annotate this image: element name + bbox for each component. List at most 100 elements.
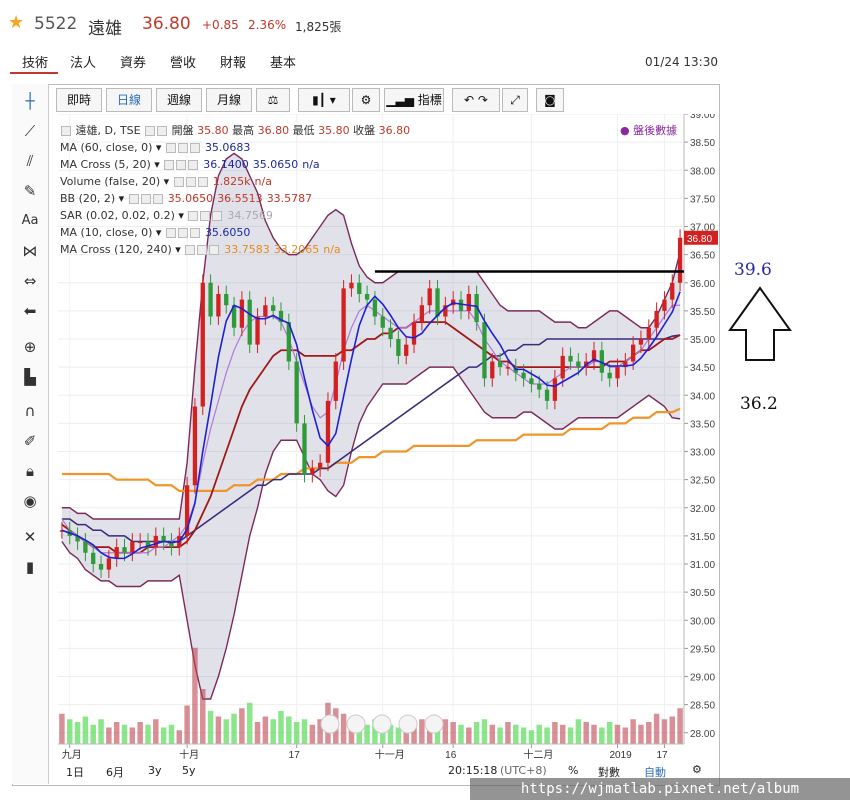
legend-row-toggle-icon[interactable] [197, 245, 208, 255]
chart-style-icon[interactable]: ▮┃ ▾ [298, 88, 350, 112]
legend-indicator-label: Volume (false, 20) [60, 175, 161, 188]
volume-bar [528, 730, 535, 744]
volume-bar [340, 713, 347, 744]
legend-indicator-value: n/a [302, 158, 320, 171]
legend-dropdown-icon[interactable]: ▾ [151, 158, 164, 171]
range-3y-button[interactable]: 3y [148, 764, 162, 777]
range-5y-button[interactable]: 5y [182, 764, 196, 777]
magnet-icon[interactable]: ∩ [18, 400, 42, 422]
interval-monthly-button[interactable]: 月線 [206, 88, 252, 112]
after-hours-label[interactable]: ● 盤後數據 [620, 122, 677, 138]
undo-redo-icon[interactable]: ↶ ↷ [452, 88, 500, 112]
y-tick-label: 28.00 [690, 729, 715, 740]
legend-dropdown-icon[interactable]: ▾ [115, 192, 128, 205]
candle-body [529, 378, 534, 384]
legend-row-toggle-icon[interactable] [128, 194, 139, 204]
interval-daily-button[interactable]: 日線 [106, 88, 152, 112]
y-tick-label: 36.50 [690, 251, 715, 262]
timezone[interactable]: (UTC+8) [500, 764, 547, 777]
measure-icon[interactable]: ⇔ [18, 270, 42, 292]
lock-icon[interactable]: 🔒︎ [18, 460, 42, 482]
tools-icon[interactable]: ✕ [18, 526, 42, 548]
trash-icon[interactable]: ▮ [18, 556, 42, 578]
ruler-icon[interactable]: ▙ [18, 366, 42, 388]
tab-basic[interactable]: 基本 [270, 52, 296, 71]
legend-row-toggle-icon[interactable] [164, 160, 175, 170]
zoom-icon[interactable]: ⊕ [18, 336, 42, 358]
legend-open-value: 35.80 [197, 124, 229, 137]
tab-institutional[interactable]: 法人 [70, 52, 96, 71]
text-tool-icon[interactable]: Aa [18, 210, 42, 232]
collapse-icon[interactable] [61, 126, 71, 136]
legend-row-toggle-icon[interactable] [177, 143, 188, 153]
candle-body [372, 299, 378, 317]
legend-row-toggle-icon[interactable] [176, 160, 187, 170]
legend-row-toggle-icon[interactable] [177, 228, 188, 238]
legend-row-toggle-icon[interactable] [165, 143, 176, 153]
legend-indicator-value: 33.7583 [224, 243, 270, 256]
legend-row-toggle-icon[interactable] [185, 177, 196, 187]
volume-bar [106, 727, 112, 744]
legend-indicator-value: 35.6050 [204, 226, 251, 239]
legend-row-toggle-icon[interactable] [189, 228, 200, 238]
fib-icon[interactable]: ⫽ [18, 150, 42, 172]
legend-dropdown-icon[interactable]: ▾ [172, 243, 185, 256]
candle-body [411, 322, 417, 345]
volume-bar [121, 724, 128, 744]
indicators-button[interactable]: ▁▃▅ 指標 [384, 88, 444, 112]
tab-revenue[interactable]: 營收 [170, 52, 196, 71]
legend-row-toggle-icon[interactable] [152, 194, 163, 204]
volume-bar [489, 724, 496, 744]
tab-financials[interactable]: 財報 [220, 52, 246, 71]
tab-technical[interactable]: 技術 [22, 52, 48, 71]
volume-bar [497, 727, 503, 744]
last-price-label: 36.80 [687, 234, 712, 245]
legend-row-toggle-icon[interactable] [209, 245, 220, 255]
candle-body [310, 468, 315, 474]
arrow-left-icon[interactable]: ⬅ [18, 300, 42, 322]
trendline-icon[interactable]: ⟋ [18, 120, 42, 142]
legend-row-toggle-icon[interactable] [200, 211, 211, 221]
legend-row-toggle-icon[interactable] [140, 194, 151, 204]
legend-indicator-value: 35.0650 [252, 158, 299, 171]
legend-row-toggle-icon[interactable] [188, 211, 199, 221]
legend-toggle-icon[interactable] [145, 126, 156, 136]
interval-weekly-button[interactable]: 週線 [156, 88, 202, 112]
legend-toggle-icon[interactable] [157, 126, 168, 136]
volume-bar [606, 722, 613, 744]
settings-icon[interactable]: ⚙ [352, 88, 380, 112]
y-tick-label: 33.00 [690, 448, 715, 459]
legend-row-toggle-icon[interactable] [188, 160, 199, 170]
legend-row-toggle-icon[interactable] [189, 143, 200, 153]
legend-row-toggle-icon[interactable] [165, 228, 176, 238]
legend-dropdown-icon[interactable]: ▾ [175, 209, 188, 222]
pattern-icon[interactable]: ⋈ [18, 240, 42, 262]
compare-icon[interactable]: ⚖ [256, 88, 290, 112]
interval-realtime-button[interactable]: 即時 [56, 88, 102, 112]
volume-bar [638, 724, 644, 744]
legend-row-toggle-icon[interactable] [212, 211, 223, 221]
percent-toggle[interactable]: % [568, 764, 578, 777]
fullscreen-icon[interactable]: ⤢ [502, 88, 528, 112]
legend-row-toggle-icon[interactable] [197, 177, 208, 187]
favorite-star-icon[interactable]: ★ [8, 12, 24, 33]
legend-dropdown-icon[interactable]: ▾ [152, 226, 165, 239]
candle-body [294, 361, 299, 424]
y-tick-label: 33.50 [690, 419, 715, 430]
legend-row-toggle-icon[interactable] [173, 177, 184, 187]
brush-icon[interactable]: ✎ [18, 180, 42, 202]
legend-indicator-value: 36.1400 [203, 158, 249, 171]
camera-icon[interactable]: ◙ [536, 88, 564, 112]
legend-row-toggle-icon[interactable] [185, 245, 196, 255]
range-1d-button[interactable]: 1日 [66, 764, 84, 780]
pencil-lock-icon[interactable]: ✐ [18, 430, 42, 452]
legend-dropdown-icon[interactable]: ▾ [160, 175, 173, 188]
legend-dropdown-icon[interactable]: ▾ [152, 141, 165, 154]
candle-body [83, 541, 88, 553]
range-6m-button[interactable]: 6月 [106, 764, 124, 780]
crosshair-icon[interactable]: ┼ [18, 90, 42, 112]
tab-margin[interactable]: 資券 [120, 52, 146, 71]
price-change-pct: 2.36% [248, 18, 287, 32]
settings-gear-icon[interactable]: ⚙ [692, 763, 702, 776]
eye-icon[interactable]: ◉ [18, 490, 42, 512]
